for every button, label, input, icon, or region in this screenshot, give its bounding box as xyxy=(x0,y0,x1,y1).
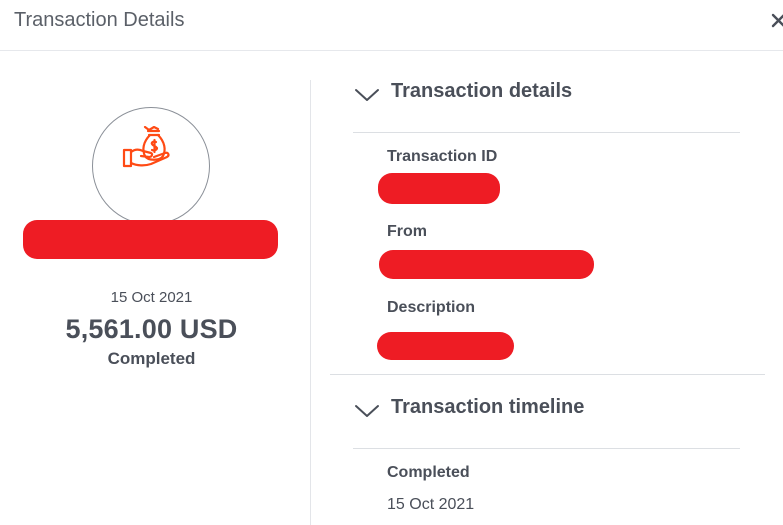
timeline-event-label: Completed xyxy=(387,464,470,481)
transaction-details-title: Transaction details xyxy=(391,80,573,102)
section-divider xyxy=(353,448,740,449)
transaction-timeline-title: Transaction timeline xyxy=(391,396,585,418)
transaction-date: 15 Oct 2021 xyxy=(110,289,193,306)
transaction-amount: 5,561.00 USD xyxy=(65,314,238,344)
money-bag-hand-icon xyxy=(122,126,170,168)
transaction-id-label: Transaction ID xyxy=(387,148,498,165)
panel-title: Transaction Details xyxy=(14,9,185,31)
redacted-transaction-id xyxy=(378,173,500,204)
transaction-details-panel: Transaction Details 15 Oct 2021 5,561.00… xyxy=(0,0,783,525)
transaction-avatar xyxy=(92,107,210,225)
close-icon xyxy=(771,13,783,28)
timeline-event-date: 15 Oct 2021 xyxy=(387,496,475,513)
section-divider xyxy=(353,132,740,133)
section-divider xyxy=(330,374,765,375)
chevron-down-icon xyxy=(355,405,379,417)
redacted-description-value xyxy=(377,332,514,360)
description-label: Description xyxy=(387,299,476,316)
close-button[interactable] xyxy=(770,12,783,30)
transaction-summary: 15 Oct 2021 5,561.00 USD Completed xyxy=(0,52,310,525)
redacted-counterparty-name xyxy=(23,220,278,259)
transaction-details-toggle[interactable]: Transaction details xyxy=(354,80,584,110)
panel-divider xyxy=(310,80,311,525)
chevron-down-icon xyxy=(355,89,379,101)
redacted-from-value xyxy=(379,250,594,279)
panel-header: Transaction Details xyxy=(0,0,783,51)
transaction-status: Completed xyxy=(107,349,196,368)
from-label: From xyxy=(387,223,427,240)
transaction-timeline-toggle[interactable]: Transaction timeline xyxy=(354,396,594,426)
